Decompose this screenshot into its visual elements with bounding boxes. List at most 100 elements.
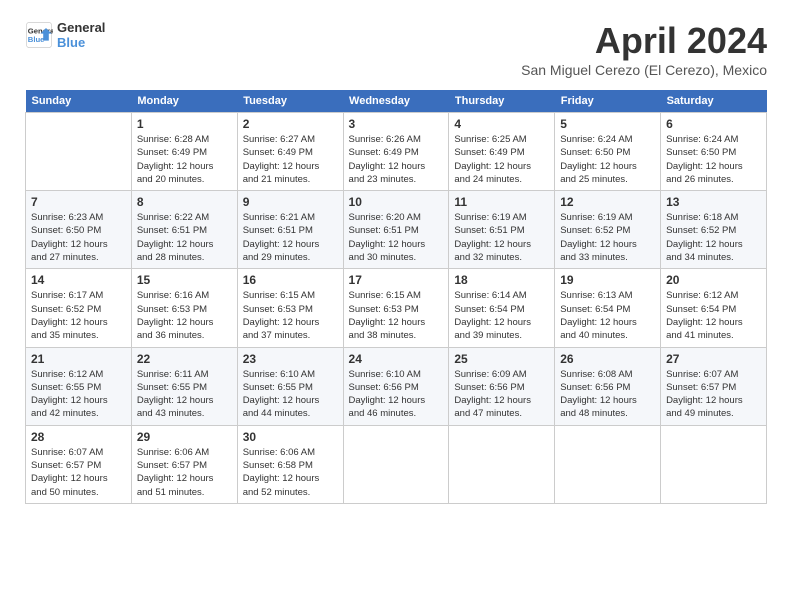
calendar-cell: 28Sunrise: 6:07 AM Sunset: 6:57 PM Dayli… bbox=[26, 425, 132, 503]
date-number: 29 bbox=[137, 430, 232, 444]
date-number: 26 bbox=[560, 352, 655, 366]
calendar-cell: 26 Sunrise: 6:08 AM Sunset: 6:56 PM Dayli… bbox=[555, 347, 661, 425]
cell-info: Sunrise: 6:15 AM Sunset: 6:53 PM Dayligh… bbox=[349, 289, 444, 342]
cell-info: Sunrise: 6:24 AM Sunset: 6:50 PM Dayligh… bbox=[666, 133, 761, 186]
cell-info: Sunrise: 6:08 AM Sunset: 6:56 PM Dayligh… bbox=[560, 368, 655, 421]
svg-text:General: General bbox=[28, 27, 53, 36]
calendar-cell: 25Sunrise: 6:09 AM Sunset: 6:56 PM Dayli… bbox=[449, 347, 555, 425]
cell-info: Sunrise: 6:10 AM Sunset: 6:56 PM Dayligh… bbox=[349, 368, 444, 421]
logo-icon: General Blue bbox=[25, 21, 53, 49]
calendar-cell: 13 Sunrise: 6:18 AM Sunset: 6:52 PM Dayli… bbox=[661, 191, 767, 269]
calendar-cell: 30Sunrise: 6:06 AM Sunset: 6:58 PM Dayli… bbox=[237, 425, 343, 503]
day-header-friday: Friday bbox=[555, 90, 661, 113]
calendar-cell: 9 Sunrise: 6:21 AM Sunset: 6:51 PM Daylig… bbox=[237, 191, 343, 269]
date-number: 12 bbox=[560, 195, 655, 209]
calendar-cell: 21Sunrise: 6:12 AM Sunset: 6:55 PM Dayli… bbox=[26, 347, 132, 425]
calendar-table: SundayMondayTuesdayWednesdayThursdayFrid… bbox=[25, 90, 767, 504]
cell-info: Sunrise: 6:24 AM Sunset: 6:50 PM Dayligh… bbox=[560, 133, 655, 186]
cell-info: Sunrise: 6:26 AM Sunset: 6:49 PM Dayligh… bbox=[349, 133, 444, 186]
cell-info: Sunrise: 6:19 AM Sunset: 6:51 PM Dayligh… bbox=[454, 211, 549, 264]
week-row-3: 14 Sunrise: 6:17 AM Sunset: 6:52 PM Dayli… bbox=[26, 269, 767, 347]
cell-info: Sunrise: 6:20 AM Sunset: 6:51 PM Dayligh… bbox=[349, 211, 444, 264]
logo-text: General Blue bbox=[57, 20, 105, 50]
date-number: 10 bbox=[349, 195, 444, 209]
calendar-cell bbox=[555, 425, 661, 503]
calendar-cell: 20 Sunrise: 6:12 AM Sunset: 6:54 PM Dayli… bbox=[661, 269, 767, 347]
cell-info: Sunrise: 6:07 AM Sunset: 6:57 PM Dayligh… bbox=[666, 368, 761, 421]
svg-text:Blue: Blue bbox=[28, 35, 45, 44]
day-header-thursday: Thursday bbox=[449, 90, 555, 113]
header-row: SundayMondayTuesdayWednesdayThursdayFrid… bbox=[26, 90, 767, 113]
date-number: 9 bbox=[243, 195, 338, 209]
calendar-cell bbox=[343, 425, 449, 503]
date-number: 2 bbox=[243, 117, 338, 131]
date-number: 16 bbox=[243, 273, 338, 287]
title-area: April 2024 San Miguel Cerezo (El Cerezo)… bbox=[521, 20, 767, 78]
date-number: 14 bbox=[31, 273, 126, 287]
week-row-2: 7 Sunrise: 6:23 AM Sunset: 6:50 PM Daylig… bbox=[26, 191, 767, 269]
cell-info: Sunrise: 6:18 AM Sunset: 6:52 PM Dayligh… bbox=[666, 211, 761, 264]
calendar-cell: 4Sunrise: 6:25 AM Sunset: 6:49 PM Daylig… bbox=[449, 113, 555, 191]
date-number: 19 bbox=[560, 273, 655, 287]
calendar-cell: 2Sunrise: 6:27 AM Sunset: 6:49 PM Daylig… bbox=[237, 113, 343, 191]
calendar-cell: 8Sunrise: 6:22 AM Sunset: 6:51 PM Daylig… bbox=[131, 191, 237, 269]
cell-info: Sunrise: 6:21 AM Sunset: 6:51 PM Dayligh… bbox=[243, 211, 338, 264]
date-number: 22 bbox=[137, 352, 232, 366]
cell-info: Sunrise: 6:25 AM Sunset: 6:49 PM Dayligh… bbox=[454, 133, 549, 186]
calendar-cell: 14 Sunrise: 6:17 AM Sunset: 6:52 PM Dayli… bbox=[26, 269, 132, 347]
cell-info: Sunrise: 6:23 AM Sunset: 6:50 PM Dayligh… bbox=[31, 211, 126, 264]
date-number: 23 bbox=[243, 352, 338, 366]
date-number: 28 bbox=[31, 430, 126, 444]
calendar-cell: 6 Sunrise: 6:24 AM Sunset: 6:50 PM Daylig… bbox=[661, 113, 767, 191]
cell-info: Sunrise: 6:15 AM Sunset: 6:53 PM Dayligh… bbox=[243, 289, 338, 342]
date-number: 1 bbox=[137, 117, 232, 131]
date-number: 27 bbox=[666, 352, 761, 366]
date-number: 13 bbox=[666, 195, 761, 209]
date-number: 5 bbox=[560, 117, 655, 131]
cell-info: Sunrise: 6:17 AM Sunset: 6:52 PM Dayligh… bbox=[31, 289, 126, 342]
week-row-5: 28Sunrise: 6:07 AM Sunset: 6:57 PM Dayli… bbox=[26, 425, 767, 503]
month-title: April 2024 bbox=[521, 20, 767, 62]
calendar-cell: 15Sunrise: 6:16 AM Sunset: 6:53 PM Dayli… bbox=[131, 269, 237, 347]
calendar-cell: 1 Sunrise: 6:28 AM Sunset: 6:49 PM Daylig… bbox=[131, 113, 237, 191]
day-header-monday: Monday bbox=[131, 90, 237, 113]
cell-info: Sunrise: 6:12 AM Sunset: 6:54 PM Dayligh… bbox=[666, 289, 761, 342]
calendar-cell: 11 Sunrise: 6:19 AM Sunset: 6:51 PM Dayli… bbox=[449, 191, 555, 269]
cell-info: Sunrise: 6:28 AM Sunset: 6:49 PM Dayligh… bbox=[137, 133, 232, 186]
logo: General Blue General Blue bbox=[25, 20, 105, 50]
date-number: 18 bbox=[454, 273, 549, 287]
date-number: 24 bbox=[349, 352, 444, 366]
date-number: 17 bbox=[349, 273, 444, 287]
calendar-cell: 27 Sunrise: 6:07 AM Sunset: 6:57 PM Dayli… bbox=[661, 347, 767, 425]
calendar-cell: 16 Sunrise: 6:15 AM Sunset: 6:53 PM Dayli… bbox=[237, 269, 343, 347]
calendar-cell: 17 Sunrise: 6:15 AM Sunset: 6:53 PM Dayli… bbox=[343, 269, 449, 347]
week-row-4: 21Sunrise: 6:12 AM Sunset: 6:55 PM Dayli… bbox=[26, 347, 767, 425]
date-number: 21 bbox=[31, 352, 126, 366]
cell-info: Sunrise: 6:10 AM Sunset: 6:55 PM Dayligh… bbox=[243, 368, 338, 421]
calendar-cell: 18 Sunrise: 6:14 AM Sunset: 6:54 PM Dayli… bbox=[449, 269, 555, 347]
location-title: San Miguel Cerezo (El Cerezo), Mexico bbox=[521, 62, 767, 78]
date-number: 7 bbox=[31, 195, 126, 209]
calendar-cell: 3 Sunrise: 6:26 AM Sunset: 6:49 PM Daylig… bbox=[343, 113, 449, 191]
calendar-cell: 19Sunrise: 6:13 AM Sunset: 6:54 PM Dayli… bbox=[555, 269, 661, 347]
week-row-1: 1 Sunrise: 6:28 AM Sunset: 6:49 PM Daylig… bbox=[26, 113, 767, 191]
page-header: General Blue General Blue April 2024 San… bbox=[25, 20, 767, 78]
date-number: 6 bbox=[666, 117, 761, 131]
calendar-cell: 22 Sunrise: 6:11 AM Sunset: 6:55 PM Dayli… bbox=[131, 347, 237, 425]
date-number: 3 bbox=[349, 117, 444, 131]
cell-info: Sunrise: 6:14 AM Sunset: 6:54 PM Dayligh… bbox=[454, 289, 549, 342]
calendar-cell bbox=[661, 425, 767, 503]
day-header-wednesday: Wednesday bbox=[343, 90, 449, 113]
calendar-cell bbox=[26, 113, 132, 191]
date-number: 15 bbox=[137, 273, 232, 287]
cell-info: Sunrise: 6:06 AM Sunset: 6:58 PM Dayligh… bbox=[243, 446, 338, 499]
calendar-cell: 24 Sunrise: 6:10 AM Sunset: 6:56 PM Dayli… bbox=[343, 347, 449, 425]
cell-info: Sunrise: 6:22 AM Sunset: 6:51 PM Dayligh… bbox=[137, 211, 232, 264]
calendar-cell: 7 Sunrise: 6:23 AM Sunset: 6:50 PM Daylig… bbox=[26, 191, 132, 269]
calendar-cell: 5 Sunrise: 6:24 AM Sunset: 6:50 PM Daylig… bbox=[555, 113, 661, 191]
date-number: 20 bbox=[666, 273, 761, 287]
cell-info: Sunrise: 6:11 AM Sunset: 6:55 PM Dayligh… bbox=[137, 368, 232, 421]
date-number: 11 bbox=[454, 195, 549, 209]
calendar-cell: 23 Sunrise: 6:10 AM Sunset: 6:55 PM Dayli… bbox=[237, 347, 343, 425]
calendar-cell: 29Sunrise: 6:06 AM Sunset: 6:57 PM Dayli… bbox=[131, 425, 237, 503]
